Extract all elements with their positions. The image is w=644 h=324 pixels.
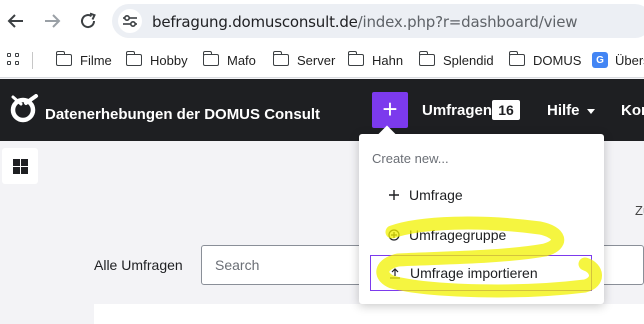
bookmark-hahn[interactable]: Hahn — [347, 51, 404, 69]
help-label: Hilfe — [547, 102, 580, 119]
google-translate-icon: G — [592, 52, 608, 68]
arrow-left-icon — [7, 14, 23, 28]
nav-more-link[interactable]: Kon — [621, 102, 644, 119]
reload-button[interactable] — [75, 8, 101, 34]
menu-item-label: Umfrage — [409, 187, 463, 203]
back-button[interactable] — [3, 8, 29, 34]
limesurvey-logo-icon[interactable] — [9, 94, 39, 124]
bookmark-label: Splendid — [443, 52, 494, 68]
folder-icon — [508, 51, 525, 66]
bookmark-label: DOMUS — [533, 52, 582, 68]
bookmark-label: Mafo — [227, 52, 256, 68]
app-navbar: Datenerhebungen der DOMUS Consult + Umfr… — [0, 79, 644, 141]
truncated-text: Zu — [635, 203, 644, 218]
address-bar[interactable]: befragung.domusconsult.de/index.php?r=da… — [112, 4, 644, 38]
bookmark-server[interactable]: Server — [272, 51, 336, 69]
bookmark-label: Hahn — [372, 52, 404, 68]
browser-toolbar: befragung.domusconsult.de/index.php?r=da… — [0, 0, 644, 42]
circle-plus-icon — [388, 229, 400, 241]
folder-icon — [347, 51, 364, 66]
menu-item-new-survey[interactable]: Umfrage — [370, 177, 592, 213]
bookmark-mafo[interactable]: Mafo — [202, 51, 256, 69]
bookmarks-bar: Filme Hobby Mafo Server Hahn Splendid DO… — [0, 42, 644, 78]
bookmark-label: Filme — [80, 52, 112, 68]
reload-icon — [81, 12, 96, 29]
menu-item-label: Umfrage importieren — [410, 265, 538, 281]
upload-icon — [389, 267, 401, 279]
bookmark-domus[interactable]: DOMUS — [508, 51, 582, 69]
folder-icon — [55, 51, 72, 66]
apps-grid-icon[interactable] — [7, 53, 21, 67]
surveys-count-badge: 16 — [492, 100, 520, 120]
folder-icon — [418, 51, 435, 66]
surveys-card — [94, 304, 644, 324]
all-surveys-label: Alle Umfragen — [94, 257, 183, 273]
url-text: befragung.domusconsult.de/index.php?r=da… — [152, 13, 578, 31]
bookmark-label: Übers — [615, 52, 644, 68]
arrow-right-icon — [45, 14, 61, 28]
bookmark-uebersetzer[interactable]: G Übers — [592, 51, 644, 69]
folder-icon — [202, 51, 219, 66]
create-new-button[interactable]: + — [372, 92, 408, 128]
bookmark-label: Server — [297, 52, 336, 68]
dashboard-view-toggle[interactable] — [2, 148, 38, 184]
brand-title[interactable]: Datenerhebungen der DOMUS Consult — [45, 106, 320, 123]
menu-item-import-survey[interactable]: Umfrage importieren — [370, 255, 592, 291]
nav-surveys-link[interactable]: Umfragen — [422, 102, 492, 119]
site-settings-icon[interactable] — [118, 9, 142, 33]
plus-icon — [388, 190, 400, 200]
nav-help-menu[interactable]: Hilfe — [547, 102, 595, 119]
caret-down-icon — [586, 108, 595, 114]
folder-icon — [125, 51, 142, 66]
bookmark-hobby[interactable]: Hobby — [125, 51, 188, 69]
forward-button[interactable] — [39, 8, 65, 34]
url-path: /index.php?r=dashboard/view — [357, 13, 578, 31]
menu-item-label: Umfragegruppe — [409, 227, 507, 243]
folder-icon — [272, 51, 289, 66]
bookmark-splendid[interactable]: Splendid — [418, 51, 494, 69]
bookmark-label: Hobby — [150, 52, 188, 68]
dropdown-header: Create new... — [372, 151, 449, 166]
bookmark-filme[interactable]: Filme — [55, 51, 112, 69]
bookmarks-divider — [32, 52, 33, 69]
create-new-dropdown: Create new... Umfrage Umfragegruppe Umfr… — [359, 125, 604, 304]
url-domain: befragung.domusconsult.de — [152, 13, 358, 31]
menu-item-new-survey-group[interactable]: Umfragegruppe — [370, 217, 592, 253]
